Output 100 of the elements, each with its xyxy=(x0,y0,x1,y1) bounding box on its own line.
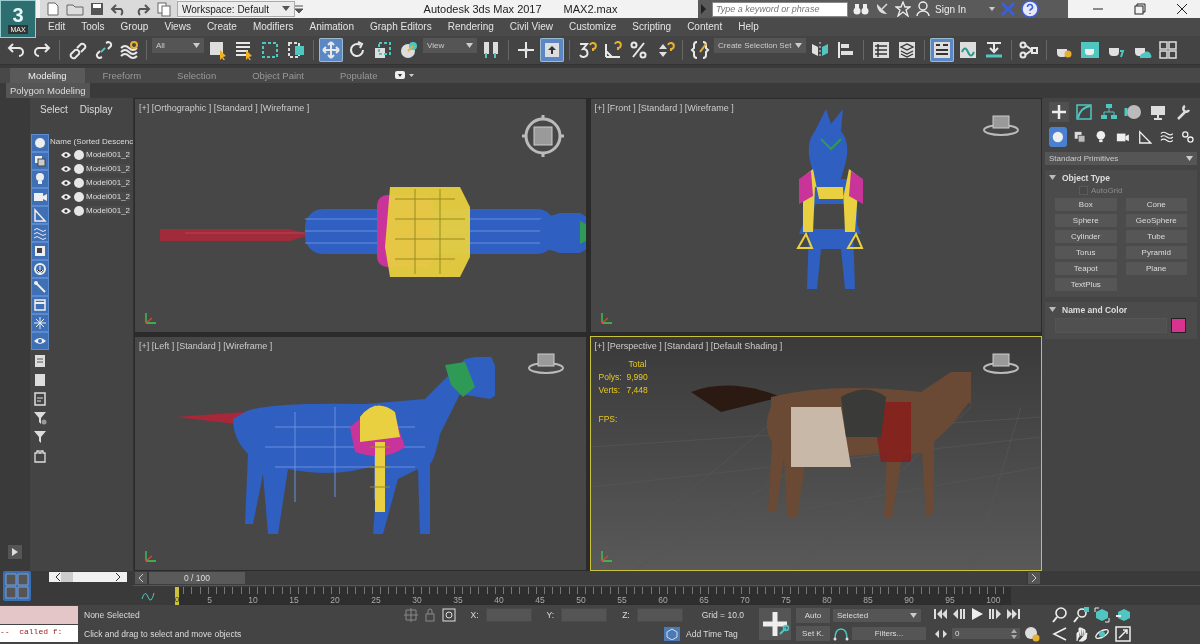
curve-editor-icon[interactable] xyxy=(958,39,978,60)
viewcube-icon[interactable] xyxy=(519,112,566,159)
ribbon-tab[interactable]: Populate xyxy=(321,67,396,83)
primitive-button[interactable]: Box xyxy=(1055,197,1117,211)
xrefs-filter-icon[interactable] xyxy=(32,260,48,277)
filter-gear-icon[interactable] xyxy=(33,410,47,425)
primitive-button[interactable]: GeoSphere xyxy=(1125,213,1187,227)
circle-icon[interactable] xyxy=(74,191,84,202)
primitive-type-dropdown[interactable]: Standard Primitives xyxy=(1045,151,1197,165)
braces-icon[interactable] xyxy=(690,39,710,60)
create-icon[interactable] xyxy=(1049,101,1069,122)
primitive-button[interactable]: Teapot xyxy=(1055,261,1117,275)
object-name[interactable]: Model001_2 xyxy=(86,178,131,188)
play-icon[interactable] xyxy=(970,607,984,622)
key-tangent-icon[interactable] xyxy=(833,625,849,641)
eye-icon[interactable] xyxy=(60,178,72,187)
binoculars-icon[interactable] xyxy=(853,2,869,16)
primitive-button[interactable]: Sphere xyxy=(1055,213,1117,227)
frame-field[interactable]: 0 xyxy=(952,628,1020,640)
previous-frame-button[interactable] xyxy=(135,572,147,584)
script-listener-field[interactable] xyxy=(0,606,78,624)
teapot-window-icon[interactable] xyxy=(1080,39,1100,60)
menu-item[interactable]: Rendering xyxy=(439,21,502,33)
align-icon[interactable] xyxy=(836,39,856,60)
ribbon-tab[interactable]: Freeform xyxy=(84,67,160,83)
eye-icon[interactable] xyxy=(60,206,72,215)
primitive-button[interactable]: Tube xyxy=(1125,229,1187,243)
circle-icon[interactable] xyxy=(74,149,84,160)
selection-set-dropdown[interactable]: Create Selection Set xyxy=(714,37,806,53)
page-icon[interactable] xyxy=(34,372,46,387)
frozen-filter-icon[interactable] xyxy=(32,314,48,331)
viewcube-icon[interactable] xyxy=(981,112,1021,137)
download-bar-icon[interactable] xyxy=(984,39,1004,60)
viewport-label[interactable]: [+] [Perspective ] [Standard ] [Default Shading ] xyxy=(594,340,783,351)
go-to-start-icon[interactable] xyxy=(934,608,948,621)
scrollbar-thumb[interactable] xyxy=(61,572,73,582)
primitive-button[interactable]: TextPlus xyxy=(1055,277,1117,291)
viewport[interactable]: [+] [Orthographic ] [Standard ] [Wireframe ] xyxy=(134,97,587,333)
menu-item[interactable]: Civil View xyxy=(501,21,561,33)
previous-frame-icon[interactable] xyxy=(952,608,966,621)
modify-icon[interactable] xyxy=(1073,101,1094,122)
viewport-label[interactable]: [+] [Orthographic ] [Standard ] [Wireframe ] xyxy=(139,102,310,113)
color-swatch[interactable] xyxy=(1171,317,1186,333)
project-icon[interactable] xyxy=(156,1,172,17)
percent-snap-icon[interactable] xyxy=(629,39,649,60)
save-icon[interactable] xyxy=(89,1,105,17)
time-config-icon[interactable] xyxy=(1024,625,1040,642)
collapse-arrow-icon[interactable] xyxy=(1049,305,1057,314)
time-slider-thumb[interactable]: 0 / 100 xyxy=(149,572,245,584)
column-header[interactable]: Name (Sorted Descenc xyxy=(50,134,133,148)
move-icon[interactable] xyxy=(321,39,341,60)
select-object-icon[interactable] xyxy=(208,39,228,60)
absolute-mode-icon[interactable] xyxy=(441,607,456,622)
primitive-button[interactable]: Plane xyxy=(1125,261,1187,275)
place-icon[interactable] xyxy=(399,39,419,60)
primitive-button[interactable]: Torus xyxy=(1055,245,1117,259)
object-name[interactable]: Model001_2 xyxy=(86,164,131,174)
go-to-end-icon[interactable] xyxy=(1006,608,1020,621)
primitive-button[interactable]: Cone xyxy=(1125,197,1187,211)
snap-toggle-icon[interactable] xyxy=(577,39,597,60)
hierarchy-icon[interactable] xyxy=(1098,101,1119,122)
key-mode-icon[interactable] xyxy=(934,628,948,639)
user-icon[interactable] xyxy=(916,1,930,17)
search-field[interactable]: Type a keyword or phrase xyxy=(712,1,848,17)
star-icon[interactable] xyxy=(895,1,911,17)
explorer-menu[interactable]: Select xyxy=(40,103,68,115)
groups-filter-icon[interactable] xyxy=(32,242,48,259)
auto-key-button[interactable]: Auto xyxy=(796,608,830,623)
ribbon-tab[interactable]: Modeling xyxy=(10,67,85,83)
restore-icon[interactable] xyxy=(1134,3,1146,15)
primitive-button[interactable]: Pyramid xyxy=(1125,245,1187,259)
ribbon-tab[interactable]: Selection xyxy=(159,67,235,83)
unlink-icon[interactable] xyxy=(93,39,113,60)
set-key-mode-button[interactable]: Set K. xyxy=(796,625,830,641)
menu-item[interactable]: Content xyxy=(679,21,731,33)
menu-item[interactable]: Scripting xyxy=(624,21,680,33)
explorer-menu[interactable]: Display xyxy=(79,103,113,115)
maximize-viewport-icon[interactable] xyxy=(1115,626,1131,643)
circle-icon[interactable] xyxy=(74,177,84,188)
rectangle-selection-icon[interactable] xyxy=(260,39,280,60)
satellite-dish-icon[interactable] xyxy=(874,1,890,17)
zoom-extents-all-icon[interactable] xyxy=(1115,606,1131,623)
next-frame-icon[interactable] xyxy=(988,608,1002,621)
key-filter-dropdown[interactable]: Selected xyxy=(833,609,921,622)
selection-filter-dropdown[interactable]: All xyxy=(152,37,204,53)
workspace-dropdown[interactable]: Workspace: Default xyxy=(177,1,295,17)
ribbon-toggle-icon[interactable] xyxy=(932,39,952,60)
helpers-filter-icon[interactable] xyxy=(32,206,48,223)
menu-item[interactable]: Animation xyxy=(301,21,362,33)
rotate-icon[interactable] xyxy=(347,39,367,60)
menu-item[interactable]: Views xyxy=(156,21,199,33)
bones-filter-icon[interactable] xyxy=(32,278,48,295)
schematic-icon[interactable] xyxy=(1019,39,1039,60)
viewport-label[interactable]: [+] [Front ] [Standard ] [Wireframe ] xyxy=(594,102,734,113)
shapes-filter-icon[interactable] xyxy=(32,152,48,169)
containers-filter-icon[interactable] xyxy=(32,296,48,313)
object-name[interactable]: Model001_2 xyxy=(86,192,131,202)
expand-button[interactable] xyxy=(8,545,22,559)
zoom-icon[interactable] xyxy=(1052,606,1068,623)
circle-icon[interactable] xyxy=(74,163,84,174)
